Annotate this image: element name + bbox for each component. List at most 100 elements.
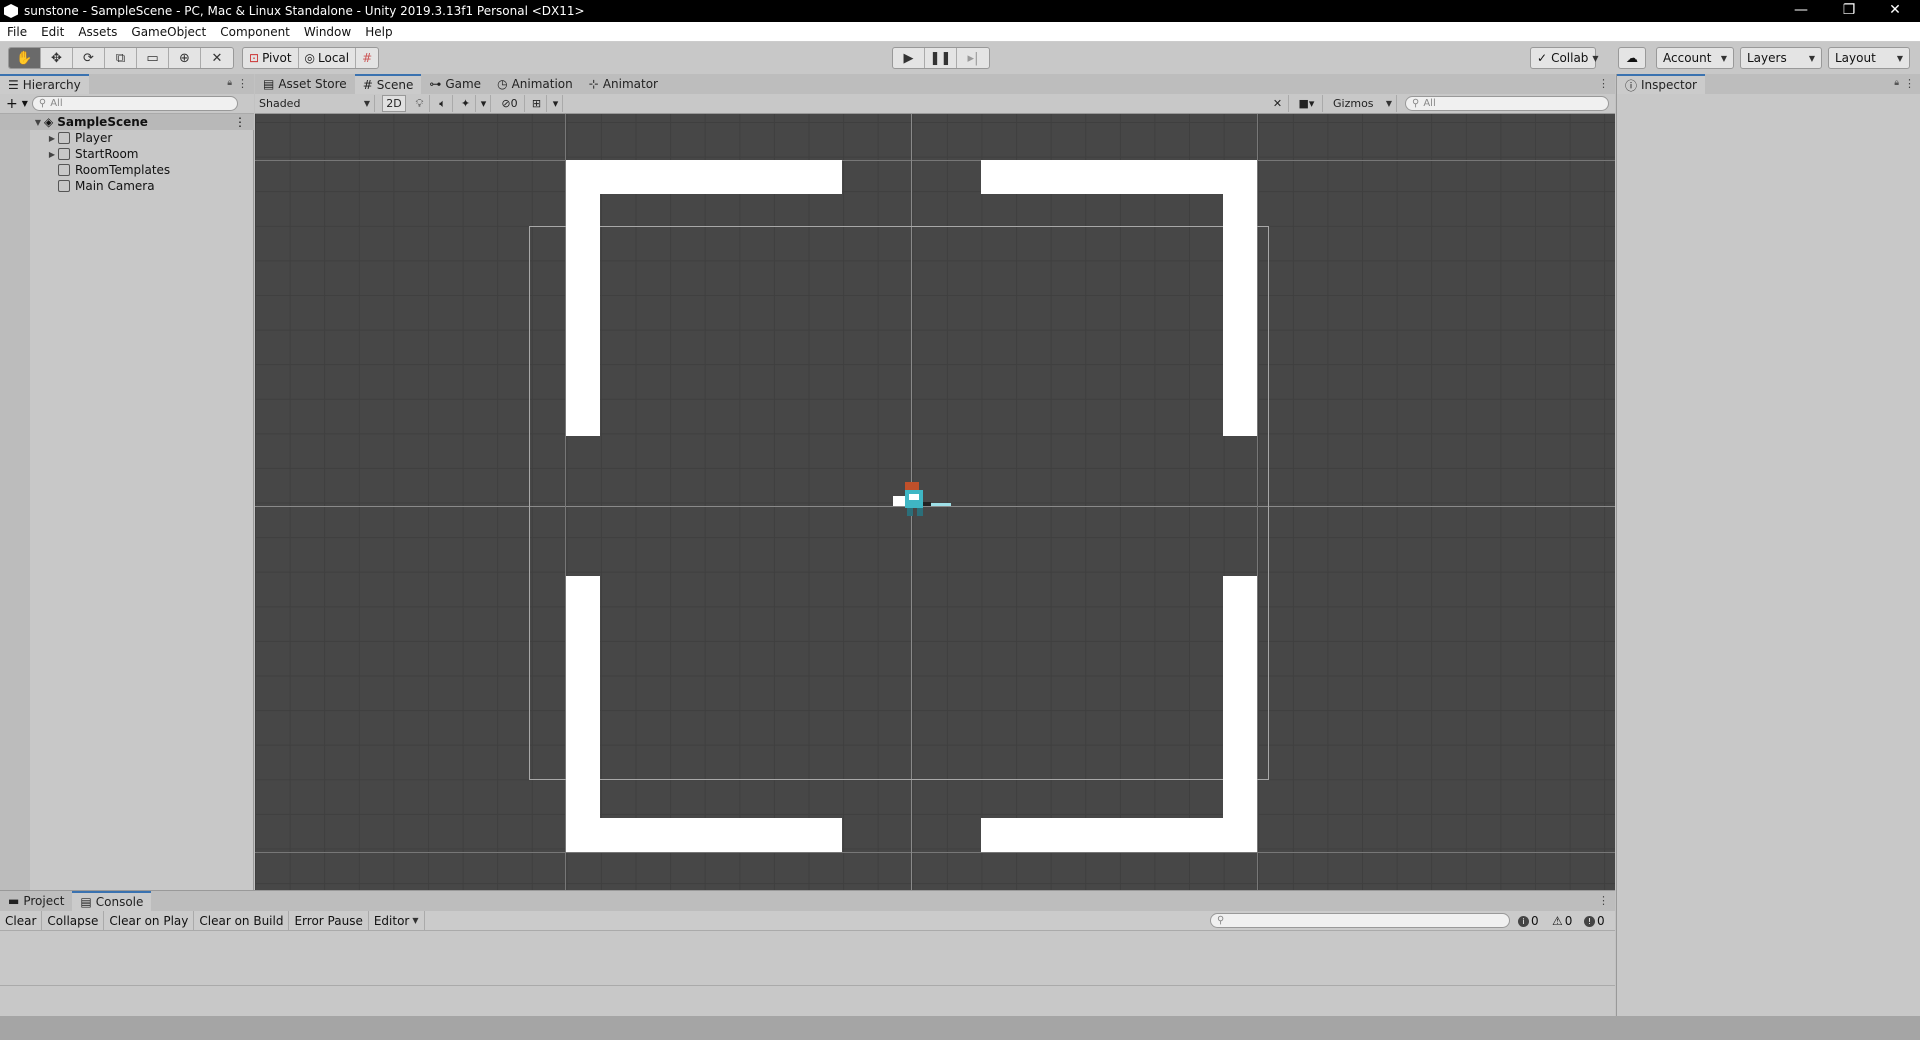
tab-animation[interactable]: ◷ Animation [489,74,581,94]
move-tool-icon[interactable]: ✥ [41,48,73,68]
list-item[interactable]: Main Camera [0,178,254,194]
2d-toggle[interactable]: 2D [382,95,406,112]
minimize-button[interactable]: — [1778,0,1824,22]
scene-search-input[interactable]: ⚲ All [1405,96,1609,111]
error-pause-button[interactable]: Error Pause [289,910,369,931]
scene-row[interactable]: ▼ ◈ SampleScene ⋮ [0,114,254,130]
inspector-tabbar: ⓘ Inspector 🔒︎ ⋮ [1617,74,1920,94]
tab-animator[interactable]: ⊹ Animator [581,74,666,94]
rotate-tool-icon[interactable]: ⟳ [73,48,105,68]
scene-toolbar: Shaded ▼ 2D 💡︎ 🔈︎ ✦ ▾ ⊘ 0 ⊞ ▾ ✕ ■▾ Gizmo… [255,94,1615,114]
menu-gameobject[interactable]: GameObject [124,25,213,39]
pause-button[interactable]: ❚❚ [925,48,957,68]
shading-mode-dropdown[interactable]: Shaded ▼ [255,95,375,112]
console-panel: ▬ Project ▤ Console ⋮ Clear Collapse Cle… [0,890,1615,1016]
tab-scene[interactable]: # Scene [354,74,422,94]
wall-bottom-right[interactable] [981,818,1257,852]
play-button[interactable]: ▶ [893,48,925,68]
grid-snap-button[interactable]: # [356,48,378,68]
window-titlebar: sunstone - SampleScene - PC, Mac & Linux… [0,0,1920,22]
editor-dropdown[interactable]: Editor ▼ [369,910,425,931]
gizmos-dropdown[interactable]: Gizmos ▼ [1329,95,1397,112]
restore-button[interactable]: ❐ [1826,0,1872,22]
account-dropdown[interactable]: Account ▼ [1656,47,1734,69]
tab-inspector[interactable]: ⓘ Inspector [1617,74,1705,94]
kebab-menu-icon[interactable]: ⋮ [234,115,246,129]
tab-project[interactable]: ▬ Project [0,891,72,911]
tools-icon[interactable]: ✕ [1267,95,1289,112]
expand-arrow-icon[interactable]: ▼ [32,118,44,127]
console-search-input[interactable]: ⚲ [1210,913,1510,928]
wall-right-upper[interactable] [1223,160,1257,436]
menu-help[interactable]: Help [358,25,399,39]
wall-left-upper[interactable] [566,160,600,436]
lock-icon[interactable]: 🔒︎ [227,78,232,88]
pivot-toggle[interactable]: ⊡ Pivot [243,48,299,68]
kebab-menu-icon[interactable]: ⋮ [1598,894,1609,907]
hierarchy-tab-label: Hierarchy [22,78,81,92]
rect-tool-icon[interactable]: ▭ [137,48,169,68]
item-label: RoomTemplates [75,163,171,177]
hierarchy-tree: ▼ ◈ SampleScene ⋮ ▶ Player ▶ StartRoom R… [0,114,254,194]
list-item[interactable]: ▶ Player [0,130,254,146]
audio-icon[interactable]: 🔈︎ [433,95,453,112]
player-sprite[interactable] [885,476,955,524]
kebab-menu-icon[interactable]: ⋮ [237,77,248,90]
hand-tool-icon[interactable]: ✋ [9,48,41,68]
tab-console[interactable]: ▤ Console [72,891,152,911]
expand-arrow-icon[interactable]: ▶ [46,150,58,159]
account-label: Account [1663,51,1712,65]
hidden-objects-toggle[interactable]: ⊘ 0 [495,95,525,112]
kebab-menu-icon[interactable]: ⋮ [1598,77,1609,90]
tab-game[interactable]: ⊶ Game [421,74,489,94]
step-button[interactable]: ▸| [957,48,989,68]
effects-icon[interactable]: ✦ [456,95,476,112]
clear-on-build-button[interactable]: Clear on Build [194,910,290,931]
layers-dropdown[interactable]: Layers ▼ [1740,47,1822,69]
chevron-down-icon[interactable]: ▾ [549,95,563,112]
pivot-icon: ⊡ [249,51,260,65]
shading-label: Shaded [259,97,301,110]
add-icon[interactable]: + [6,96,18,112]
error-count-toggle[interactable]: ! 0 [1584,913,1605,929]
list-item[interactable]: ▶ StartRoom [0,146,254,162]
scene-canvas[interactable] [255,114,1615,890]
collab-dropdown[interactable]: ✓ Collab ▼ [1530,47,1599,69]
grid-toggle-icon[interactable]: ⊞ [527,95,547,112]
wall-top-left[interactable] [566,160,842,194]
local-toggle[interactable]: ◎ Local [299,48,357,68]
menu-component[interactable]: Component [213,25,297,39]
expand-arrow-icon[interactable]: ▶ [46,134,58,143]
tab-hierarchy[interactable]: ☰ Hierarchy [0,74,89,94]
hierarchy-panel: ☰ Hierarchy 🔒︎ ⋮ + ▼ ⚲ All ▼ ◈ SampleSce… [0,74,254,890]
menu-edit[interactable]: Edit [34,25,71,39]
wall-right-lower[interactable] [1223,576,1257,852]
wall-top-right[interactable] [981,160,1257,194]
custom-tool-icon[interactable]: ✕ [201,48,233,68]
close-button[interactable]: ✕ [1872,0,1918,22]
chevron-down-icon[interactable]: ▾ [477,95,491,112]
eye-slash-icon: ⊘ [501,97,511,110]
lock-icon[interactable]: 🔒︎ [1894,78,1899,88]
collapse-button[interactable]: Collapse [42,910,105,931]
clear-button[interactable]: Clear [0,910,43,931]
kebab-menu-icon[interactable]: ⋮ [1904,77,1915,90]
lighting-icon[interactable]: 💡︎ [410,95,430,112]
camera-settings-icon[interactable]: ■▾ [1291,95,1323,112]
cloud-button[interactable]: ☁ [1618,47,1646,69]
wall-bottom-left[interactable] [566,818,842,852]
menu-window[interactable]: Window [297,25,358,39]
chevron-down-icon[interactable]: ▼ [22,99,28,108]
menu-file[interactable]: File [0,25,34,39]
wall-left-lower[interactable] [566,576,600,852]
tab-asset-store[interactable]: ▤ Asset Store [255,74,355,94]
scale-tool-icon[interactable]: ⧉ [105,48,137,68]
list-item[interactable]: RoomTemplates [0,162,254,178]
hierarchy-search-input[interactable]: ⚲ All [31,96,238,111]
layout-dropdown[interactable]: Layout ▼ [1828,47,1910,69]
clear-on-play-button[interactable]: Clear on Play [104,910,195,931]
transform-tool-icon[interactable]: ⊕ [169,48,201,68]
warning-count-toggle[interactable]: ⚠ 0 [1552,913,1572,929]
menu-assets[interactable]: Assets [71,25,124,39]
info-count-toggle[interactable]: i 0 [1518,913,1539,929]
